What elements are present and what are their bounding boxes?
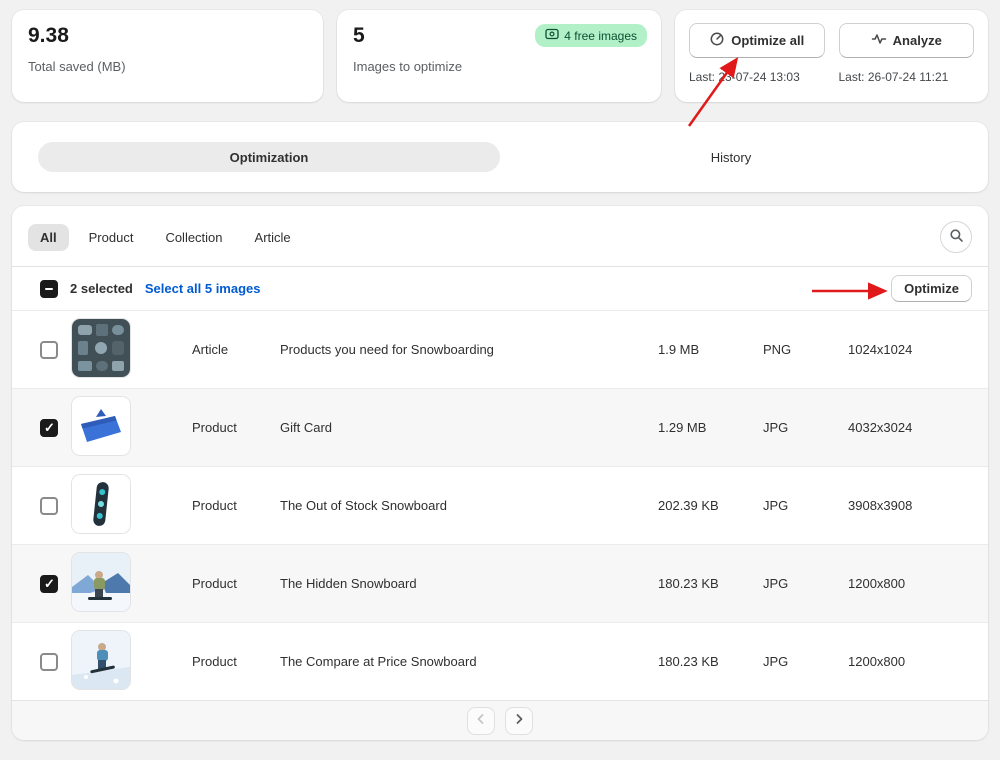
optimize-all-last-run: Last: 23-07-24 13:03 <box>689 70 800 84</box>
cash-icon <box>545 28 559 43</box>
row-dimensions: 1024x1024 <box>848 342 972 357</box>
row-dimensions: 1200x800 <box>848 576 972 591</box>
thumbnail-snowboarder-jump <box>72 631 130 689</box>
row-size: 1.9 MB <box>658 342 763 357</box>
pulse-icon <box>871 31 887 50</box>
row-title: The Hidden Snowboard <box>280 576 658 591</box>
total-saved-value: 9.38 <box>28 24 307 48</box>
table-row[interactable]: Article Products you need for Snowboardi… <box>12 310 988 388</box>
row-category: Product <box>192 420 280 435</box>
chevron-right-icon <box>513 713 525 728</box>
row-title: Gift Card <box>280 420 658 435</box>
row-size: 180.23 KB <box>658 576 763 591</box>
tab-optimization[interactable]: Optimization <box>38 142 500 172</box>
row-dimensions: 3908x3908 <box>848 498 972 513</box>
row-checkbox[interactable] <box>40 575 58 593</box>
actions-card: Optimize all Last: 23-07-24 13:03 Analyz… <box>675 10 988 102</box>
free-images-badge-label: 4 free images <box>564 29 637 43</box>
row-dimensions: 1200x800 <box>848 654 972 669</box>
stats-row: 9.38 Total saved (MB) 5 Images to optimi… <box>0 0 1000 102</box>
filter-tab-collection[interactable]: Collection <box>153 224 234 251</box>
table-row[interactable]: Product The Compare at Price Snowboard 1… <box>12 622 988 700</box>
filter-tab-article[interactable]: Article <box>243 224 303 251</box>
optimize-all-label: Optimize all <box>731 33 804 48</box>
filter-tabs: All Product Collection Article <box>28 224 303 251</box>
row-size: 180.23 KB <box>658 654 763 669</box>
row-dimensions: 4032x3024 <box>848 420 972 435</box>
table-row[interactable]: Product Gift Card 1.29 MB JPG 4032x3024 <box>12 388 988 466</box>
row-format: JPG <box>763 576 848 591</box>
row-format: JPG <box>763 498 848 513</box>
row-checkbox[interactable] <box>40 653 58 671</box>
images-to-optimize-label: Images to optimize <box>353 59 645 74</box>
row-title: Products you need for Snowboarding <box>280 342 658 357</box>
pagination <box>12 700 988 740</box>
analyze-last-run: Last: 26-07-24 11:21 <box>839 70 949 84</box>
row-size: 1.29 MB <box>658 420 763 435</box>
thumbnail-snowboarding-gear-collage <box>72 319 130 377</box>
thumbnail-snowboard <box>72 475 130 533</box>
chevron-left-icon <box>475 713 487 728</box>
selected-count: 2 selected <box>70 281 133 296</box>
next-page-button[interactable] <box>505 707 533 735</box>
select-all-checkbox[interactable] <box>40 280 58 298</box>
analyze-button[interactable]: Analyze <box>839 23 975 58</box>
filter-tab-product[interactable]: Product <box>77 224 146 251</box>
row-format: JPG <box>763 654 848 669</box>
main-tabs: Optimization History <box>12 122 988 192</box>
free-images-badge: 4 free images <box>535 24 647 47</box>
search-icon <box>949 228 964 246</box>
row-format: JPG <box>763 420 848 435</box>
row-title: The Out of Stock Snowboard <box>280 498 658 513</box>
selection-header: 2 selected Select all 5 images Optimize <box>12 266 988 310</box>
row-checkbox[interactable] <box>40 419 58 437</box>
row-checkbox[interactable] <box>40 497 58 515</box>
optimize-all-button[interactable]: Optimize all <box>689 23 825 58</box>
prev-page-button[interactable] <box>467 707 495 735</box>
select-all-link[interactable]: Select all 5 images <box>145 281 261 296</box>
row-format: PNG <box>763 342 848 357</box>
row-category: Product <box>192 498 280 513</box>
table-row[interactable]: Product The Out of Stock Snowboard 202.3… <box>12 466 988 544</box>
thumbnail-snowboarder-scene <box>72 553 130 611</box>
image-list-card: All Product Collection Article 2 selecte… <box>12 206 988 740</box>
filter-row: All Product Collection Article <box>12 206 988 266</box>
filter-tab-all[interactable]: All <box>28 224 69 251</box>
optimize-selected-button[interactable]: Optimize <box>891 275 972 302</box>
optimize-all-column: Optimize all Last: 23-07-24 13:03 <box>689 23 825 89</box>
tab-history[interactable]: History <box>500 142 962 172</box>
analyze-column: Analyze Last: 26-07-24 11:21 <box>839 23 975 89</box>
tab-optimization-label: Optimization <box>230 150 309 165</box>
row-category: Product <box>192 654 280 669</box>
row-size: 202.39 KB <box>658 498 763 513</box>
row-category: Article <box>192 342 280 357</box>
gauge-icon <box>709 31 725 50</box>
table-row[interactable]: Product The Hidden Snowboard 180.23 KB J… <box>12 544 988 622</box>
row-title: The Compare at Price Snowboard <box>280 654 658 669</box>
row-checkbox[interactable] <box>40 341 58 359</box>
stat-card-images-to-optimize: 5 Images to optimize 4 free images <box>337 10 661 102</box>
tab-history-label: History <box>711 150 751 165</box>
row-category: Product <box>192 576 280 591</box>
thumbnail-gift-card <box>72 397 130 455</box>
image-optimizer-page: 9.38 Total saved (MB) 5 Images to optimi… <box>0 0 1000 760</box>
stat-card-total-saved: 9.38 Total saved (MB) <box>12 10 323 102</box>
analyze-label: Analyze <box>893 33 942 48</box>
optimize-selected-label: Optimize <box>904 281 959 296</box>
search-button[interactable] <box>940 221 972 253</box>
total-saved-label: Total saved (MB) <box>28 59 307 74</box>
